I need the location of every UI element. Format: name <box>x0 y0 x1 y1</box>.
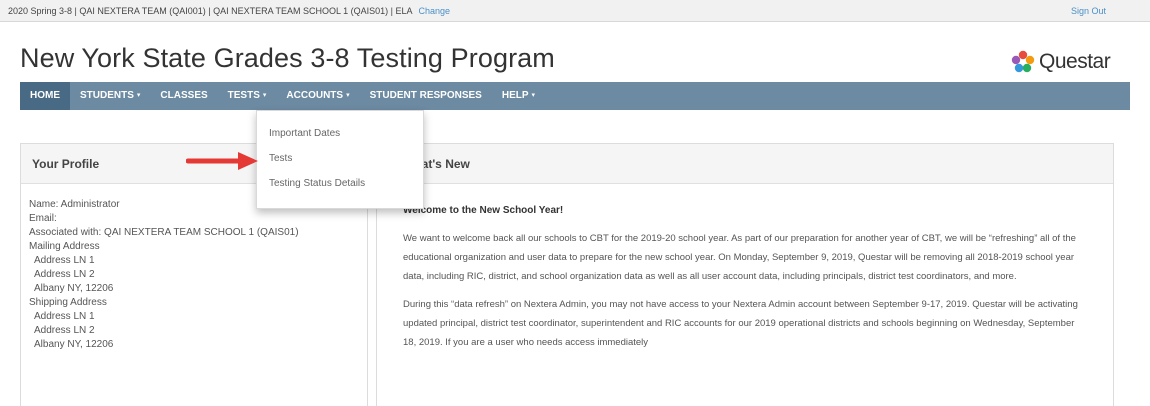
nav-accounts[interactable]: ACCOUNTS ▾ <box>276 82 359 110</box>
menu-item-tests[interactable]: Tests <box>257 146 423 171</box>
nav-home[interactable]: HOME <box>20 82 70 110</box>
context-info: 2020 Spring 3-8 | QAI NEXTERA TEAM (QAI0… <box>8 6 450 16</box>
logo-text: Questar <box>1039 50 1111 73</box>
chevron-down-icon: ▾ <box>262 92 267 99</box>
news-paragraph: During this “data refresh” on Nextera Ad… <box>403 299 1078 348</box>
mailing-address-label: Mailing Address <box>29 241 100 252</box>
profile-associated: Associated with: QAI NEXTERA TEAM SCHOOL… <box>29 227 299 238</box>
whats-new-body: Welcome to the New School Year! We want … <box>377 184 1113 382</box>
page-title: New York State Grades 3-8 Testing Progra… <box>20 43 555 73</box>
tests-dropdown-menu: Important Dates Tests Testing Status Det… <box>256 110 424 209</box>
menu-item-important-dates[interactable]: Important Dates <box>257 121 423 146</box>
mailing-address-line: Albany NY, 12206 <box>34 283 114 294</box>
context-text: 2020 Spring 3-8 | QAI NEXTERA TEAM (QAI0… <box>8 6 413 16</box>
questar-logo-icon <box>1011 50 1035 73</box>
context-bar: 2020 Spring 3-8 | QAI NEXTERA TEAM (QAI0… <box>0 0 1150 22</box>
profile-body: Name: Administrator Email: Associated wi… <box>21 184 367 366</box>
nav-label: TESTS <box>227 90 260 101</box>
nav-label: STUDENT RESPONSES <box>369 90 482 101</box>
menu-item-testing-status-details[interactable]: Testing Status Details <box>257 171 423 196</box>
nav-label: CLASSES <box>160 90 208 101</box>
nav-label: HELP <box>501 90 529 101</box>
questar-logo: Questar <box>1010 49 1111 75</box>
shipping-address-line: Address LN 2 <box>34 325 95 336</box>
nav-help[interactable]: HELP ▾ <box>492 82 545 110</box>
whats-new-panel: What's New Welcome to the New School Yea… <box>376 143 1114 406</box>
change-link[interactable]: Change <box>419 6 451 16</box>
news-paragraph: We want to welcome back all our schools … <box>403 233 1076 282</box>
shipping-address-line: Address LN 1 <box>34 311 95 322</box>
shipping-address-line: Albany NY, 12206 <box>34 339 114 350</box>
nav-tests[interactable]: TESTS ▾ <box>218 82 277 110</box>
shipping-address-label: Shipping Address <box>29 297 107 308</box>
nav-label: HOME <box>30 90 60 101</box>
profile-email: Email: <box>29 213 57 224</box>
nav-label: ACCOUNTS <box>286 90 344 101</box>
chevron-down-icon: ▾ <box>531 92 536 99</box>
chevron-down-icon: ▾ <box>346 92 350 99</box>
whats-new-heading: What's New <box>377 144 1113 184</box>
main-nav: HOME STUDENTS ▾ CLASSES TESTS ▾ ACCOUNTS ▾ … <box>20 82 1130 110</box>
nav-classes[interactable]: CLASSES <box>150 82 217 110</box>
mailing-address-line: Address LN 2 <box>34 269 95 280</box>
news-title: Welcome to the New School Year! <box>403 205 564 216</box>
chevron-down-icon: ▾ <box>136 92 141 99</box>
nav-label: STUDENTS <box>80 90 134 101</box>
sign-out-link[interactable]: Sign Out <box>1071 6 1106 16</box>
nav-students[interactable]: STUDENTS ▾ <box>70 82 150 110</box>
red-arrow-annotation-icon <box>186 152 258 170</box>
nav-student-responses[interactable]: STUDENT RESPONSES <box>360 82 492 110</box>
page-header: New York State Grades 3-8 Testing Progra… <box>0 22 1150 80</box>
mailing-address-line: Address LN 1 <box>34 255 95 266</box>
